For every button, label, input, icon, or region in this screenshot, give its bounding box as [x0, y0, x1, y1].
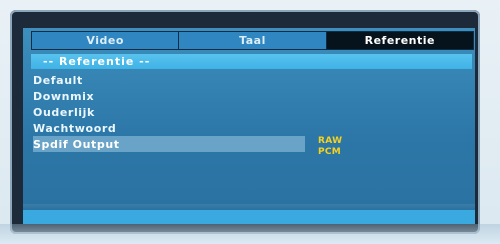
menu-item-label: Spdif Output [33, 137, 120, 151]
menu-item-label: Wachtwoord [33, 121, 117, 135]
tab-bar: Video Taal Referentie [31, 31, 474, 50]
menu-item-ouderlijk[interactable]: Ouderlijk [33, 104, 305, 120]
tab-taal[interactable]: Taal [179, 32, 327, 49]
spdif-options: RAW PCM [318, 136, 342, 158]
floor-reflection [0, 224, 500, 244]
bottom-bar [23, 210, 475, 224]
menu-item-label: Downmix [33, 89, 95, 103]
option-raw[interactable]: RAW [318, 136, 342, 147]
menu-item-wachtwoord[interactable]: Wachtwoord [33, 120, 305, 136]
menu-item-label: Ouderlijk [33, 105, 95, 119]
menu-item-default[interactable]: Default [33, 72, 305, 88]
tab-referentie[interactable]: Referentie [326, 32, 473, 49]
tab-video[interactable]: Video [32, 32, 180, 49]
menu-item-spdif-output[interactable]: Spdif Output [33, 136, 305, 152]
section-header: -- Referentie -- [31, 54, 472, 69]
menu-item-label: Default [33, 73, 83, 87]
menu-list: Default Downmix Ouderlijk Wachtwoord Spd… [33, 72, 305, 152]
menu-item-downmix[interactable]: Downmix [33, 88, 305, 104]
osd-screen: Video Taal Referentie -- Referentie -- D… [23, 28, 475, 224]
option-pcm[interactable]: PCM [318, 147, 342, 158]
